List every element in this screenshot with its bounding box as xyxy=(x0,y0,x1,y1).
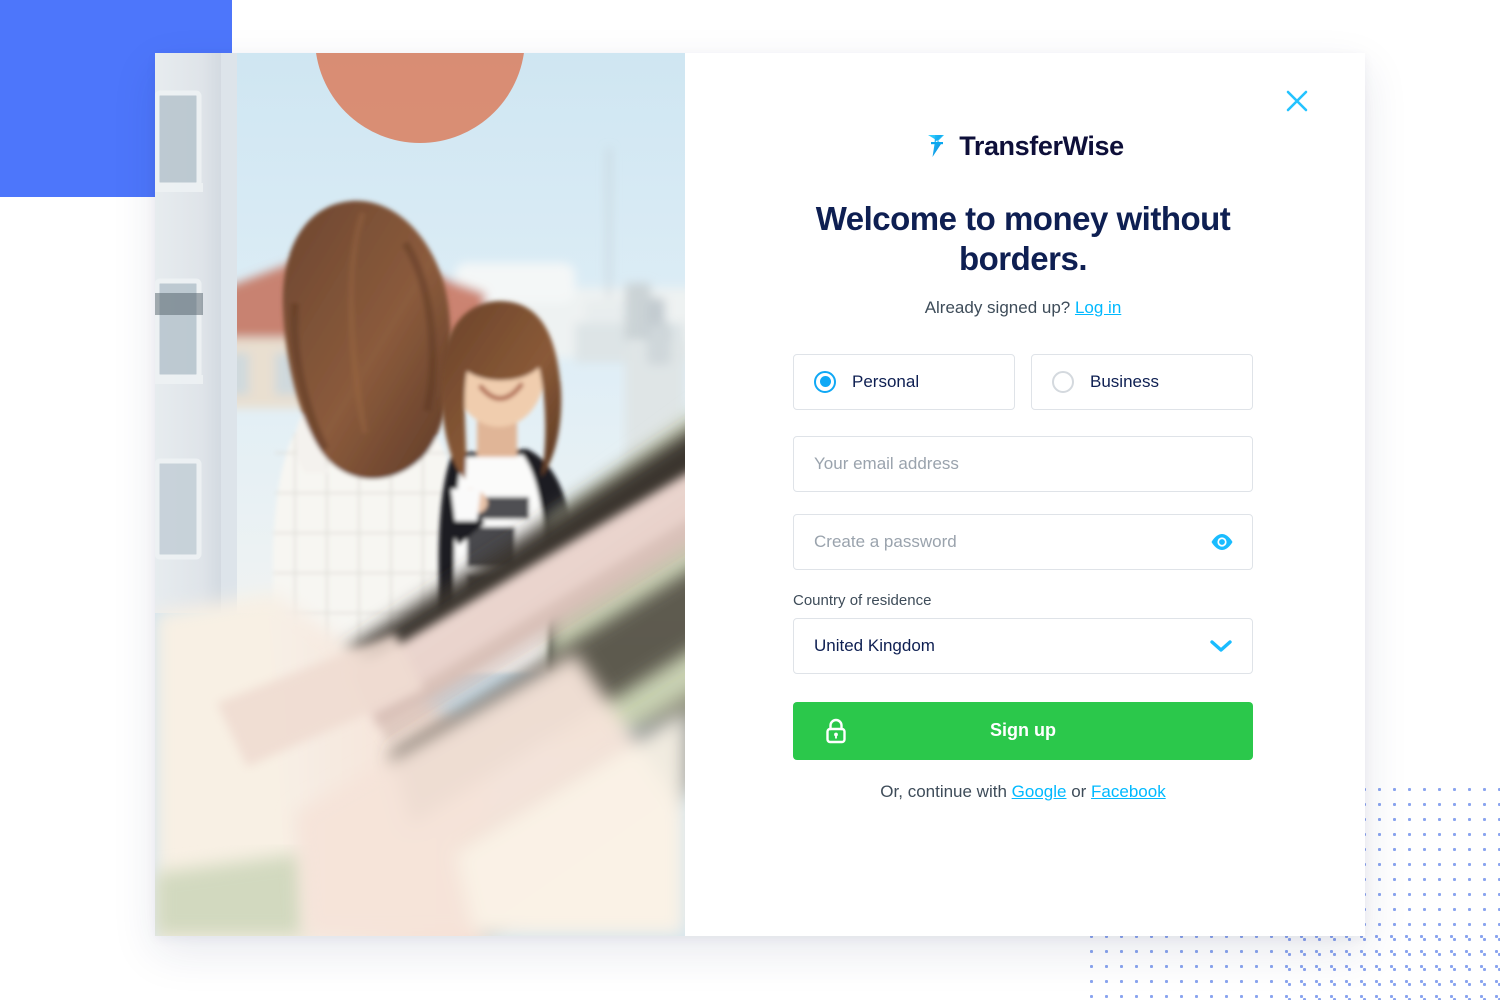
hero-photo-illustration xyxy=(155,53,685,936)
google-link[interactable]: Google xyxy=(1012,782,1067,801)
radio-selected-icon xyxy=(814,370,836,393)
brand-logo: TransferWise xyxy=(793,131,1253,161)
brand-name: TransferWise xyxy=(959,130,1124,161)
close-icon-glyph xyxy=(1286,90,1308,112)
email-field-wrapper xyxy=(793,435,1253,492)
close-icon[interactable] xyxy=(1279,83,1315,119)
account-type-personal-label: Personal xyxy=(852,371,920,391)
social-separator: or xyxy=(1066,781,1092,801)
password-field-wrapper xyxy=(793,513,1253,570)
country-selected-value: United Kingdom xyxy=(814,635,935,655)
country-select[interactable]: United Kingdom xyxy=(793,617,1253,674)
page-title: Welcome to money without borders. xyxy=(815,200,1231,278)
login-prompt-text: Already signed up? xyxy=(924,297,1075,317)
sign-up-button-label: Sign up xyxy=(990,720,1056,740)
account-type-personal[interactable]: Personal xyxy=(793,353,1015,410)
eye-icon-glyph xyxy=(1211,533,1233,550)
email-input[interactable] xyxy=(814,453,1232,474)
country-label: Country of residence xyxy=(793,591,932,609)
account-type-group: Personal Business xyxy=(793,353,1253,410)
eye-icon[interactable] xyxy=(1210,533,1234,551)
sign-up-button[interactable]: Sign up xyxy=(793,701,1253,760)
social-prefix: Or, continue with xyxy=(880,781,1012,801)
transferwise-flag-icon xyxy=(928,135,945,157)
login-link[interactable]: Log in xyxy=(1075,298,1121,317)
account-type-business[interactable]: Business xyxy=(1031,353,1253,410)
signup-modal: TransferWise Welcome to money without bo… xyxy=(155,53,1365,936)
page-root: TransferWise Welcome to money without bo… xyxy=(0,0,1500,1000)
signup-form: TransferWise Welcome to money without bo… xyxy=(793,131,1253,802)
lock-icon-glyph xyxy=(826,718,846,743)
signup-form-panel: TransferWise Welcome to money without bo… xyxy=(685,53,1365,936)
hero-photo xyxy=(155,53,685,936)
password-input[interactable] xyxy=(814,531,1232,552)
lock-icon xyxy=(825,718,847,744)
chevron-down-icon xyxy=(1210,639,1232,653)
chevron-down-icon-glyph xyxy=(1210,639,1232,652)
facebook-link[interactable]: Facebook xyxy=(1091,782,1166,801)
account-type-business-label: Business xyxy=(1090,371,1159,391)
login-prompt: Already signed up? Log in xyxy=(793,298,1253,318)
radio-unselected-icon xyxy=(1052,370,1074,393)
social-login-line: Or, continue with Google or Facebook xyxy=(793,782,1253,802)
